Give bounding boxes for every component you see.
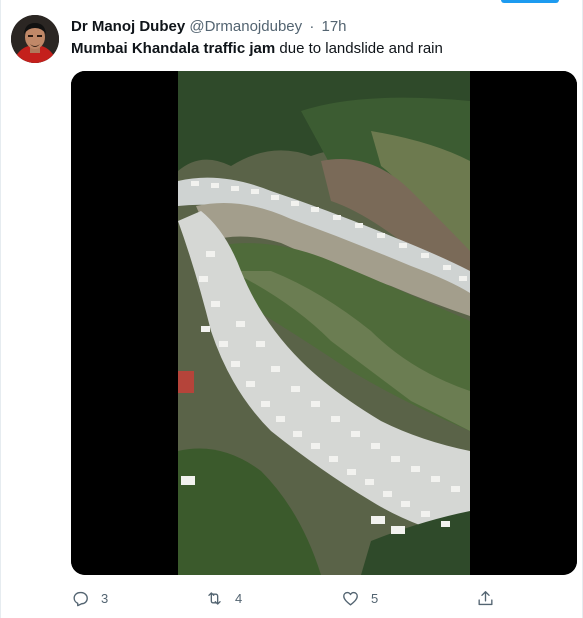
reply-icon: [73, 591, 88, 606]
video-frame: [71, 71, 577, 575]
video-scene: [178, 71, 470, 575]
retweet-count: 4: [235, 590, 243, 606]
author-name[interactable]: Dr Manoj Dubey: [71, 18, 185, 35]
retweet-button[interactable]: 4: [205, 586, 242, 610]
tweet-video[interactable]: [71, 71, 577, 575]
share-button[interactable]: [476, 586, 495, 610]
tweet-text-rest: due to landslide and rain: [275, 40, 443, 57]
tweet-card: Dr Manoj Dubey @Drmanojdubey · 17h Mumba…: [0, 0, 583, 618]
heart-icon: [343, 591, 358, 606]
tweet-header: Dr Manoj Dubey @Drmanojdubey · 17h: [71, 17, 572, 37]
reply-button[interactable]: 3: [71, 586, 108, 610]
avatar-image: [11, 15, 59, 63]
timestamp[interactable]: 17h: [321, 18, 346, 35]
follow-button-edge[interactable]: [501, 0, 559, 3]
reply-count: 3: [101, 590, 109, 606]
like-count: 5: [371, 590, 379, 606]
avatar[interactable]: [11, 15, 59, 63]
tweet-actions: 3 4 5: [71, 586, 501, 610]
tweet-text-bold: Mumbai Khandala traffic jam: [71, 40, 276, 57]
author-handle[interactable]: @Drmanojdubey: [189, 18, 302, 35]
separator-dot: ·: [309, 18, 315, 35]
retweet-icon: [208, 591, 221, 605]
share-icon: [478, 590, 493, 605]
tweet-text: Mumbai Khandala traffic jam due to lands…: [71, 39, 572, 59]
like-button[interactable]: 5: [341, 586, 378, 610]
